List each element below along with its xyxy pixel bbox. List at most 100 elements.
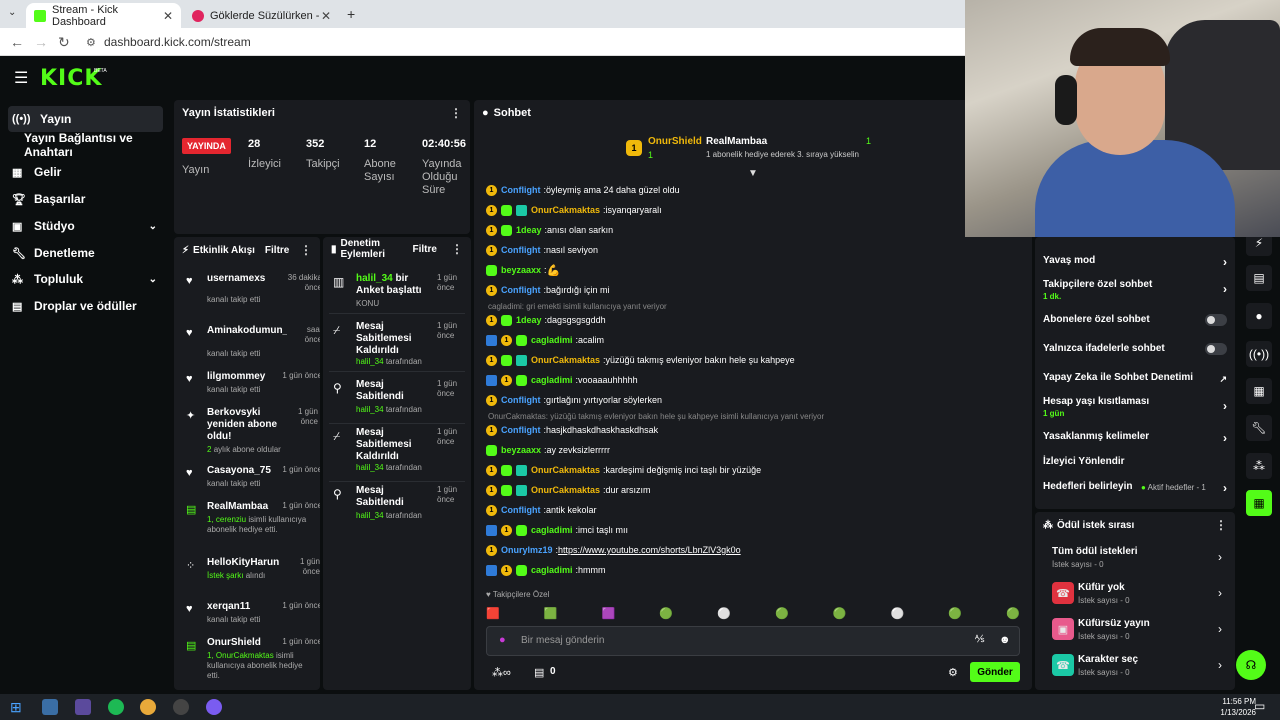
emote-icon[interactable]: 🟢 <box>659 607 673 620</box>
spotify-icon[interactable] <box>108 699 124 715</box>
microphone-icon[interactable]: ● <box>499 634 506 646</box>
windows-start-icon[interactable]: ⊞ <box>10 699 22 716</box>
close-icon[interactable]: ✕ <box>163 9 173 23</box>
chat-message[interactable]: 1 Conflight: öyleymiş ama 24 daha güzel o… <box>486 182 680 198</box>
app-icon[interactable] <box>42 699 58 715</box>
sidebar-item-gelir[interactable]: ▦ Gelir <box>8 159 163 185</box>
support-icon[interactable]: ☊ <box>1236 650 1266 680</box>
sidebar-item-topluluk[interactable]: ⁂ Topluluk ⌄ <box>8 266 163 292</box>
chat-message[interactable]: 1 Onurylmz19: https://www.youtube.com/sho… <box>486 542 741 558</box>
sidebar-item-stream-key[interactable]: Yayın Bağlantısı ve Anahtarı <box>20 131 170 159</box>
reward-item-no-swearing[interactable]: ☎ Küfür yok İstek sayısı - 0 › <box>1052 580 1222 608</box>
chat-username[interactable]: OnurCakmaktas <box>531 465 600 475</box>
chat-message[interactable]: beyzaaxx: ay zevksizlerrrrr <box>486 442 610 458</box>
clapper-icon[interactable]: ▦ <box>1246 490 1272 516</box>
chat-username[interactable]: beyzaaxx <box>501 265 541 275</box>
emote-icon[interactable]: 🟥 <box>486 607 500 620</box>
gear-icon[interactable]: ⚙ <box>948 666 958 679</box>
community-icon[interactable]: ⁂ <box>1246 453 1272 479</box>
setting-banned-words[interactable]: Yasaklanmış kelimeler › <box>1043 431 1227 444</box>
chat-message[interactable]: 1 Conflight: hasjkdhaskdhaskhaskdhsak <box>486 422 658 438</box>
chat-username[interactable]: 1deay <box>516 225 542 235</box>
wrench-icon[interactable]: 🔧︎ <box>1246 415 1272 441</box>
more-icon[interactable]: ⋮ <box>300 243 312 257</box>
app-icon[interactable] <box>206 699 222 715</box>
notes-icon[interactable]: ▤ <box>1246 265 1272 291</box>
menu-icon[interactable]: ☰ <box>14 68 28 88</box>
setting-raid[interactable]: İzleyici Yönlendir <box>1043 456 1227 468</box>
chat-username[interactable]: cagladimi <box>531 525 573 535</box>
send-button[interactable]: Gönder <box>970 662 1020 682</box>
reload-icon[interactable]: ↻ <box>58 34 70 51</box>
app-icon[interactable] <box>75 699 91 715</box>
filter-button[interactable]: Filtre <box>413 244 437 255</box>
chat-username[interactable]: OnurCakmaktas <box>531 205 600 215</box>
chat-username[interactable]: cagladimi <box>531 565 573 575</box>
reward-item-character-select[interactable]: ☎ Karakter seç İstek sayısı - 0 › <box>1052 652 1222 680</box>
setting-goals[interactable]: Hedefleri belirleyin ● Aktif hedefler - … <box>1043 481 1227 494</box>
sidebar-item-droplar[interactable]: ▤ Droplar ve ödüller <box>8 293 163 319</box>
chat-username[interactable]: Conflight <box>501 425 541 435</box>
chat-icon[interactable]: ● <box>1246 303 1272 329</box>
tab-list-icon[interactable]: ⌄ <box>8 7 16 18</box>
broadcast-icon[interactable]: ((•)) <box>1246 341 1272 367</box>
chat-message[interactable]: 1 1deay: anısı olan sarkın <box>486 222 613 238</box>
emoji-icon[interactable]: ☻ <box>999 634 1011 646</box>
emote-icon[interactable]: 🟢 <box>833 607 847 620</box>
chat-username[interactable]: OnurCakmaktas <box>531 355 600 365</box>
more-icon[interactable]: ⋮ <box>1215 518 1227 532</box>
chat-username[interactable]: Conflight <box>501 245 541 255</box>
chat-message[interactable]: 1 Conflight: nasıl seviyon <box>486 242 598 258</box>
chat-username[interactable]: 1deay <box>516 315 542 325</box>
chat-message[interactable]: 1 OnurCakmaktas: dur arsızım <box>486 482 651 498</box>
url-field[interactable]: dashboard.kick.com/stream <box>104 35 251 49</box>
notification-icon[interactable]: ▭ <box>1254 699 1265 713</box>
subscribers-only-toggle[interactable] <box>1205 314 1227 326</box>
chat-message[interactable]: 1 cagladimi: hmmm <box>486 562 606 578</box>
chat-username[interactable]: Onurylmz19 <box>501 545 553 555</box>
chat-username[interactable]: cagladimi <box>531 375 573 385</box>
setting-ai-moderation[interactable]: Yapay Zeka ile Sohbet Denetimi ↗ <box>1043 372 1227 384</box>
chat-message[interactable]: 1 Conflight: antik kekolar <box>486 502 597 518</box>
chat-message[interactable]: 1 cagladimi: acalim <box>486 332 604 348</box>
layout-icon[interactable]: ▦ <box>1246 378 1272 404</box>
new-tab-icon[interactable]: + <box>347 6 355 22</box>
chat-message[interactable]: 1 1deay: dagsgsgsgddh <box>486 312 606 328</box>
tools-icon[interactable]: ⁂∞ <box>492 666 511 679</box>
more-icon[interactable]: ⋮ <box>451 242 463 256</box>
setting-subscribers-only[interactable]: Abonelere özel sohbet <box>1043 314 1227 326</box>
chat-username[interactable]: Conflight <box>501 395 541 405</box>
chat-username[interactable]: Conflight <box>501 185 541 195</box>
back-icon[interactable]: ← <box>10 34 24 50</box>
chat-link[interactable]: https://www.youtube.com/shorts/LbnZlV3gk… <box>558 545 741 555</box>
forward-icon[interactable]: → <box>34 34 48 50</box>
obs-icon[interactable] <box>173 699 189 715</box>
chat-username[interactable]: OnurCakmaktas <box>531 485 600 495</box>
reward-item-all[interactable]: Tüm ödül istekleri İstek sayısı - 0 › <box>1052 546 1222 574</box>
emote-icon[interactable]: 🟢 <box>948 607 962 620</box>
chat-message[interactable]: 1 cagladimi: vooaaauhhhhh <box>486 372 638 388</box>
close-icon[interactable]: ✕ <box>321 9 331 23</box>
emote-icon[interactable]: 🟢 <box>1006 607 1020 620</box>
chat-message[interactable]: 1 Conflight: gırtlağını yırtıyorlar söyle… <box>486 392 662 408</box>
taskbar-clock[interactable]: 11:56 PM 1/13/2026 <box>1220 696 1256 718</box>
site-info-icon[interactable]: ⚙ <box>86 36 96 49</box>
emote-icon[interactable]: 🟩 <box>544 607 558 620</box>
emote-icon[interactable]: 🟪 <box>602 607 616 620</box>
filter-button[interactable]: Filtre <box>265 245 289 256</box>
emote-icon[interactable]: ⚪ <box>717 607 731 620</box>
emote-icon[interactable]: ⚪ <box>891 607 905 620</box>
emote-only-toggle[interactable] <box>1205 343 1227 355</box>
chat-message[interactable]: 1 cagladimi: imci taşlı mıı <box>486 522 628 538</box>
translate-icon[interactable]: ⅍ <box>975 634 984 645</box>
chat-message[interactable]: beyzaaxx: 💪 <box>486 262 560 278</box>
reward-item-clean-stream[interactable]: ▣ Küfürsüz yayın İstek sayısı - 0 › <box>1052 616 1222 644</box>
more-icon[interactable]: ⋮ <box>450 106 462 120</box>
emote-icon[interactable]: 🟢 <box>775 607 789 620</box>
sidebar-item-studyo[interactable]: ▣ Stüdyo ⌄ <box>8 213 163 239</box>
chat-username[interactable]: cagladimi <box>531 335 573 345</box>
chat-message[interactable]: 1 OnurCakmaktas: isyanqaryaralı <box>486 202 662 218</box>
setting-followers-only[interactable]: Takipçilere özel sohbet 1 dk. › <box>1043 279 1227 303</box>
setting-slow-mode[interactable]: Yavaş mod › <box>1043 255 1227 268</box>
tab-youtube[interactable]: Göklerde Süzülürken - YouT ✕ <box>184 3 339 28</box>
